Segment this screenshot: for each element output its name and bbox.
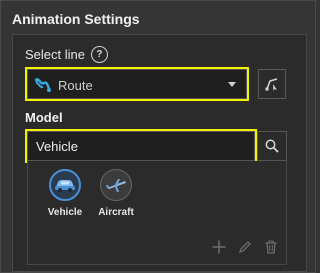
select-line-label: Select line xyxy=(25,47,85,62)
gallery-item-aircraft[interactable]: Aircraft xyxy=(91,169,141,218)
edit-pencil-icon[interactable] xyxy=(238,240,252,254)
model-search-input[interactable] xyxy=(25,129,257,163)
aircraft-thumbnail xyxy=(100,169,132,201)
panel-title: Animation Settings xyxy=(12,11,140,27)
search-icon xyxy=(265,139,279,153)
model-label: Model xyxy=(25,110,63,125)
line-select-dropdown[interactable]: Route xyxy=(25,67,249,101)
delete-trash-icon[interactable] xyxy=(264,240,278,254)
gallery-item-label: Vehicle xyxy=(47,207,83,218)
route-icon xyxy=(34,77,52,98)
add-icon[interactable] xyxy=(212,240,226,254)
gallery-item-label: Aircraft xyxy=(98,207,134,218)
animation-settings-window: Animation Settings Select line ? Route M… xyxy=(0,0,316,273)
gallery-item-vehicle[interactable]: Vehicle xyxy=(40,169,90,218)
settings-panel: Select line ? Route Model Vehicle Vehicl… xyxy=(12,34,307,272)
model-gallery: Vehicle Aircraft xyxy=(27,161,287,265)
aircraft-icon xyxy=(106,179,126,192)
line-select-value: Route xyxy=(58,78,93,93)
vehicle-thumbnail xyxy=(49,169,81,201)
chevron-down-icon xyxy=(228,82,236,87)
select-line-label-row: Select line ? xyxy=(25,46,108,63)
car-icon xyxy=(55,180,75,192)
search-button[interactable] xyxy=(257,131,287,161)
edit-line-button[interactable] xyxy=(258,69,286,99)
gallery-toolbar xyxy=(212,240,278,254)
help-icon[interactable]: ? xyxy=(90,46,108,63)
edit-vertices-icon xyxy=(265,78,278,91)
